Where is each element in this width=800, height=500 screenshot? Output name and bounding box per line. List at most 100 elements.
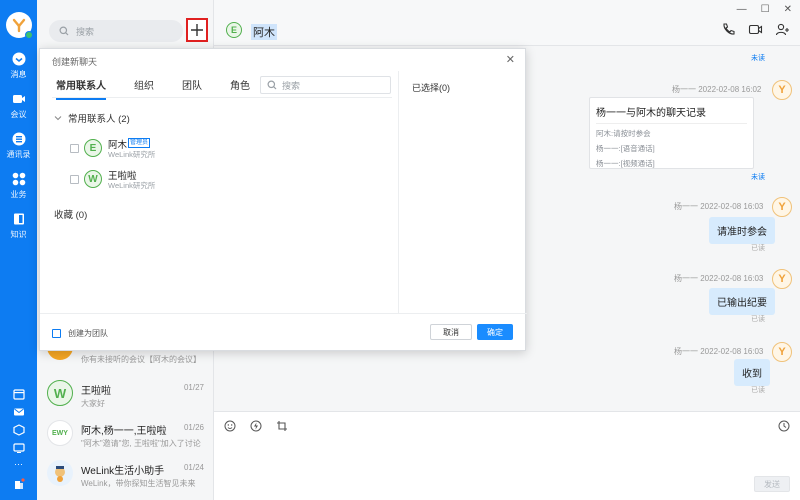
rail-item-contacts[interactable]: 通讯录 [0, 132, 37, 160]
plus-icon [191, 24, 203, 36]
chat-header: E 阿木 — ☐ ✕ [214, 0, 800, 46]
record-card-line: 阿木:请按时参会 [596, 129, 651, 138]
window-controls: — ☐ ✕ [737, 4, 792, 15]
mail-icon[interactable] [13, 406, 25, 418]
conversation-item-assistant[interactable]: WeLink生活小助手 01/24 WeLink，带你探知生活智见未来 [37, 456, 214, 498]
unread-status: 未读 [751, 55, 765, 62]
new-chat-button[interactable] [186, 18, 208, 42]
assistant-avatar [47, 460, 73, 486]
message-meta: 杨一一 2022-02-08 16:03 [674, 274, 764, 283]
lightning-icon[interactable] [250, 420, 262, 432]
sender-avatar[interactable]: Y [772, 80, 792, 100]
rail-label: 消息 [10, 70, 27, 79]
screenshot-crop-icon[interactable] [276, 420, 288, 432]
monitor-icon[interactable] [12, 442, 25, 454]
contact-org: WeLink研究所 [108, 181, 156, 190]
apps-grid-icon [12, 172, 25, 186]
conversation-item-group[interactable]: EWY 阿木,杨一一,王啦啦 01/26 "阿木"邀请"您, 王啦啦"加入了讨论… [37, 416, 214, 458]
create-chat-dialog: 创建新聊天 ✕ 常用联系人 组织 团队 角色 搜索 已选择(0) 常用联系人 (… [39, 48, 527, 351]
message-bubble[interactable]: 已输出纪要 [709, 288, 775, 315]
sender-avatar[interactable]: Y [772, 197, 792, 217]
record-card-line: 杨一一:[视频通话] [596, 159, 655, 168]
create-team-checkbox[interactable]: 创建为团队 [52, 328, 108, 339]
message-bubble[interactable]: 请准时参会 [709, 217, 775, 244]
frequent-contacts-group[interactable]: 常用联系人 (2) [54, 111, 130, 125]
message-bubble[interactable]: 收到 [734, 359, 770, 386]
contact-org: WeLink研究所 [108, 150, 156, 159]
record-card-title: 杨一一与阿木的聊天记录 [596, 108, 706, 119]
app-rail: 消息 会议 通讯录 业务 知识 ··· [0, 0, 37, 500]
read-status: 已读 [751, 245, 765, 252]
message-composer[interactable]: 发送 [214, 411, 800, 500]
dialog-footer-divider [40, 313, 527, 314]
add-member-icon[interactable] [775, 22, 790, 37]
search-icon [59, 26, 69, 36]
tab-underline [52, 97, 392, 98]
chat-contact-avatar[interactable]: E [226, 22, 242, 38]
selected-count: 已选择(0) [412, 83, 450, 93]
chat-record-card[interactable]: 杨一一与阿木的聊天记录 阿木:请按时参会 杨一一:[语音通话] 杨一一:[视频通… [589, 97, 754, 169]
rail-item-business[interactable]: 业务 [0, 172, 37, 200]
conversation-name: 阿木,杨一一,王啦啦 [81, 426, 167, 437]
sender-avatar[interactable]: Y [772, 269, 792, 289]
dialog-search-input[interactable]: 搜索 [260, 76, 391, 94]
conversation-date: 01/24 [183, 463, 204, 472]
conversation-name: WeLink生活小助手 [81, 466, 165, 477]
maximize-button[interactable]: ☐ [761, 4, 770, 15]
contact-row-wanglala[interactable]: W 王啦啦 WeLink研究所 [70, 168, 270, 194]
message-meta: 杨一一 2022-02-08 16:03 [674, 202, 764, 211]
rail-item-messages[interactable]: 消息 [0, 52, 37, 80]
search-icon [267, 80, 277, 90]
checkbox-box[interactable] [52, 329, 61, 338]
search-placeholder: 搜索 [76, 26, 95, 37]
contact-avatar: E [84, 139, 102, 157]
rail-item-meetings[interactable]: 会议 [0, 92, 37, 120]
calendar-icon[interactable] [12, 388, 25, 400]
dialog-close-button[interactable]: ✕ [506, 53, 515, 66]
more-icon[interactable]: ··· [14, 460, 23, 469]
favorites-group[interactable]: 收藏 (0) [54, 207, 87, 221]
group-title: 常用联系人 (2) [68, 114, 130, 125]
rail-bottom-tools: ··· [0, 388, 37, 490]
contacts-icon [12, 132, 25, 146]
video-call-icon[interactable] [748, 22, 763, 37]
chat-title[interactable]: 阿木 [251, 24, 277, 40]
admin-badge: 管理员 [128, 138, 151, 148]
rail-label: 知识 [10, 230, 27, 239]
rail-label: 业务 [10, 190, 27, 199]
contact-checkbox[interactable] [70, 175, 79, 184]
dialog-column-divider [398, 71, 399, 313]
contact-row-amu[interactable]: E 阿木 管理员 WeLink研究所 [70, 137, 270, 163]
book-icon [13, 213, 24, 225]
history-clock-icon[interactable] [778, 420, 790, 432]
message-meta: 杨一一 2022-02-08 16:03 [674, 347, 764, 356]
conversation-preview: 你有未接听的会议【阿木的会议】 [81, 355, 201, 364]
chevron-down-icon [54, 116, 62, 121]
conversation-preview: WeLink，带你探知生活智见未来 [81, 479, 196, 488]
conversation-item-wanglala[interactable]: W 王啦啦 01/27 大家好 [37, 376, 214, 418]
conversation-search-input[interactable]: 搜索 [49, 20, 183, 42]
emoji-icon[interactable] [224, 420, 236, 432]
contact-checkbox[interactable] [70, 144, 79, 153]
user-avatar[interactable] [5, 12, 33, 39]
phone-icon[interactable] [721, 22, 736, 37]
send-button[interactable]: 发送 [754, 476, 790, 492]
video-camera-icon [12, 95, 25, 103]
building-icon[interactable] [13, 478, 25, 490]
confirm-button[interactable]: 确定 [477, 324, 513, 340]
conversation-date: 01/26 [183, 423, 204, 432]
conversation-preview: "阿木"邀请"您, 王啦啦"加入了讨论... [81, 439, 201, 448]
conversation-preview: 大家好 [81, 399, 105, 408]
dialog-title: 创建新聊天 [52, 57, 98, 67]
record-card-line: 杨一一:[语音通话] [596, 144, 655, 153]
read-status: 已读 [751, 387, 765, 394]
conversation-name: 王啦啦 [81, 386, 111, 397]
record-card-divider [596, 123, 747, 124]
sender-avatar[interactable]: Y [772, 342, 792, 362]
cube-icon[interactable] [12, 424, 25, 436]
close-window-button[interactable]: ✕ [784, 4, 792, 15]
cancel-button[interactable]: 取消 [430, 324, 472, 340]
conversation-avatar: W [47, 380, 73, 406]
rail-item-knowledge[interactable]: 知识 [0, 212, 37, 240]
minimize-button[interactable]: — [737, 4, 747, 15]
